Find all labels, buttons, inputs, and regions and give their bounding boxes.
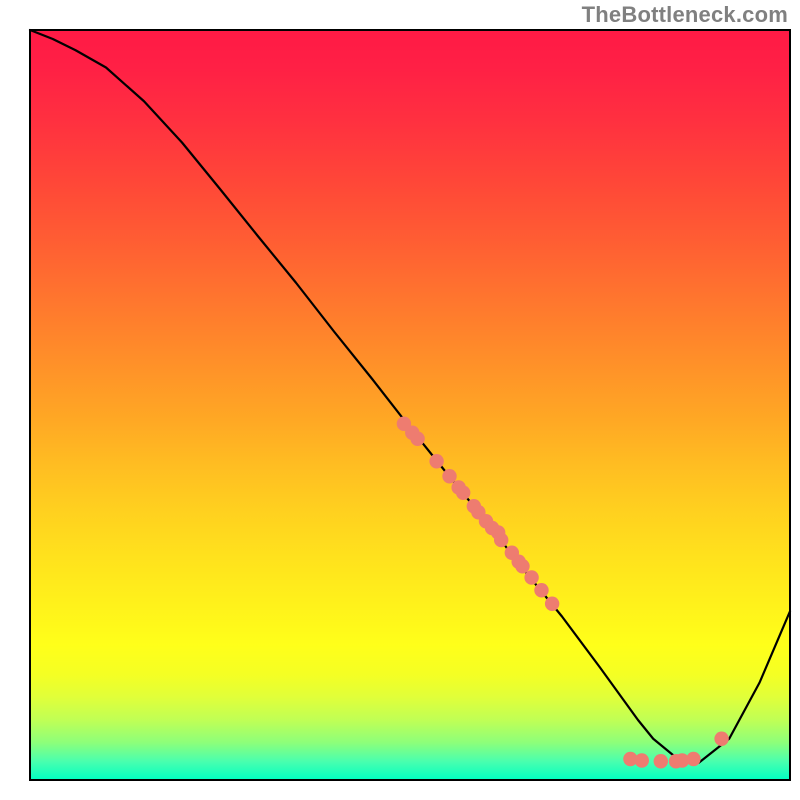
data-point xyxy=(494,533,508,547)
chart-stage: TheBottleneck.com xyxy=(0,0,800,800)
data-point xyxy=(635,753,649,767)
data-point xyxy=(534,583,548,597)
data-point xyxy=(714,732,728,746)
data-point xyxy=(686,752,700,766)
data-point xyxy=(515,559,529,573)
data-point xyxy=(545,597,559,611)
watermark-label: TheBottleneck.com xyxy=(582,2,788,28)
data-point xyxy=(410,432,424,446)
data-point xyxy=(442,469,456,483)
data-point xyxy=(524,570,538,584)
data-point xyxy=(654,754,668,768)
plot-background xyxy=(30,30,790,780)
data-point xyxy=(429,454,443,468)
data-point xyxy=(456,486,470,500)
chart-svg xyxy=(0,0,800,800)
